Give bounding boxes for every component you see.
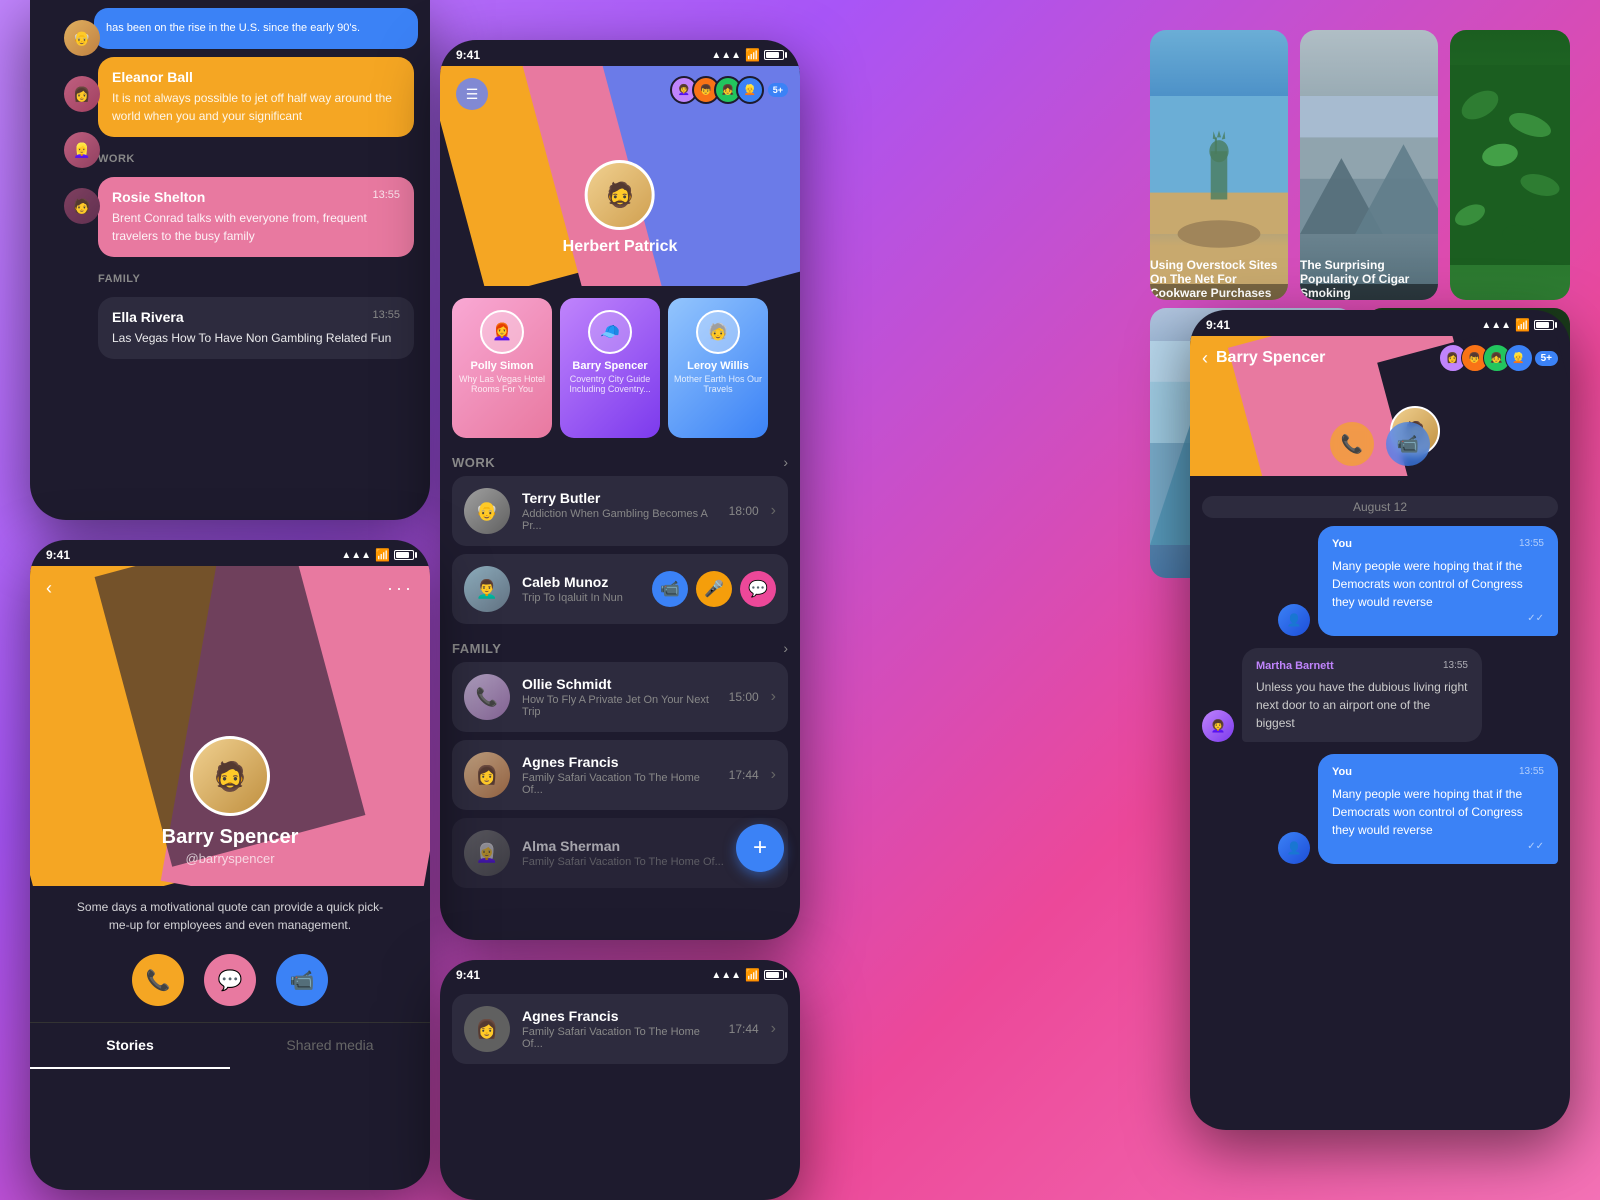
chat-call-btn[interactable]: 📞: [1330, 422, 1374, 466]
sent-avatar-1: 👤: [1278, 604, 1310, 636]
chat-back[interactable]: ‹: [1202, 348, 1208, 369]
news-card-3[interactable]: [1450, 30, 1570, 300]
bottom-feed-item[interactable]: 👩 Agnes Francis Family Safari Vacation T…: [452, 994, 788, 1064]
fab-plus[interactable]: +: [736, 824, 784, 872]
profile-bio: Some days a motivational quote can provi…: [30, 886, 430, 946]
top-bubble: has been on the rise in the U.S. since t…: [94, 8, 418, 49]
avatar-column: 👴 👩 👱‍♀️ 🧑: [64, 0, 100, 520]
feed-caleb: 👨‍🦱 Caleb Munoz Trip To Iqaluit In Nun 📹…: [452, 554, 788, 624]
chat-msg-sent-1: You 13:55 Many people were hoping that i…: [1202, 526, 1558, 636]
bottom-feed-content: 👩 Agnes Francis Family Safari Vacation T…: [440, 986, 800, 1080]
chat-header: ‹ Barry Spencer 👩 👦 👧 👱 5+ 📞 🧔 📹: [1190, 336, 1570, 476]
stack-av-4: 👱: [736, 76, 764, 104]
avatar-4[interactable]: 🧑: [64, 188, 100, 224]
phone-messages: 👴 👩 👱‍♀️ 🧑 has been on the rise in the U…: [30, 0, 430, 520]
video-btn[interactable]: 📹: [652, 571, 688, 607]
stories-row: 👩‍🦰 Polly Simon Why Las Vegas Hotel Room…: [440, 286, 800, 446]
status-bar-5: 9:41 ▲▲▲ 📶: [440, 960, 800, 986]
news-card-1[interactable]: Using Overstock Sites On The Net For Coo…: [1150, 30, 1288, 300]
profile-header: ☰ 👩‍🦱 👦 👧 👱 5+ 🧔 Herbert Patrick: [440, 66, 800, 286]
news-panel: Using Overstock Sites On The Net For Coo…: [1150, 30, 1570, 300]
terry-avatar: 👴: [464, 488, 510, 534]
msg-rosie[interactable]: Rosie Shelton 13:55 Brent Conrad talks w…: [98, 177, 414, 257]
avatar-3[interactable]: 👱‍♀️: [64, 132, 100, 168]
avatar-group-header: 👩‍🦱 👦 👧 👱 5+: [670, 76, 788, 104]
profile-avatar: 🧔: [585, 160, 655, 230]
news-title-1: Using Overstock Sites On The Net For Coo…: [1150, 258, 1288, 300]
feed-terry[interactable]: 👴 Terry Butler Addiction When Gambling B…: [452, 476, 788, 546]
chat-video-btn[interactable]: 📹: [1386, 422, 1430, 466]
signal-icon: ▲▲▲: [711, 50, 741, 61]
phone-feed: 9:41 ▲▲▲ 📶 ☰ 👩‍🦱 👦 👧 👱 5+: [440, 40, 800, 940]
alma-avatar: 👩‍🦳: [464, 830, 510, 876]
msg-btn[interactable]: 💬: [740, 571, 776, 607]
call-button[interactable]: 📞: [132, 954, 184, 1006]
profile-bg: ‹ ··· 🧔 Barry Spencer @barryspencer: [30, 566, 430, 886]
news-card-2[interactable]: The Surprising Popularity Of Cigar Smoki…: [1300, 30, 1438, 300]
back-button[interactable]: ‹: [46, 578, 52, 599]
status-bar-3: 9:41 ▲▲▲ 📶: [30, 540, 430, 566]
tab-shared[interactable]: Shared media: [230, 1023, 430, 1069]
story-leroy[interactable]: 🧓 Leroy Willis Mother Earth Hos Our Trav…: [668, 298, 768, 438]
battery-4: [1534, 320, 1554, 330]
sent-avatar-2: 👤: [1278, 832, 1310, 864]
feed-ollie[interactable]: 📞 Ollie Schmidt How To Fly A Private Jet…: [452, 662, 788, 732]
battery-3: [394, 550, 414, 560]
tab-stories[interactable]: Stories: [30, 1023, 230, 1069]
profile-info: 🧔 Barry Spencer @barryspencer: [30, 736, 430, 866]
feed-agnes[interactable]: 👩 Agnes Francis Family Safari Vacation T…: [452, 740, 788, 810]
section-work: WORK: [82, 145, 430, 169]
profile-actions: 📞 💬 📹: [30, 946, 430, 1022]
news-title-2: The Surprising Popularity Of Cigar Smoki…: [1300, 258, 1438, 300]
wifi-icon: 📶: [745, 48, 760, 62]
chat-msg-recv: 👩‍🦱 Martha Barnett 13:55 Unless you have…: [1202, 648, 1558, 743]
checkmark-2: ✓✓: [1332, 839, 1544, 854]
wifi-icon-3: 📶: [375, 548, 390, 562]
phone-chat: 9:41 ▲▲▲ 📶 ‹ Barry Spencer 👩 👦 👧 👱 5+: [1190, 310, 1570, 1130]
mic-btn[interactable]: 🎤: [696, 571, 732, 607]
video-button[interactable]: 📹: [276, 954, 328, 1006]
recv-avatar: 👩‍🦱: [1202, 710, 1234, 742]
chat-body: August 12 You 13:55 Many people were hop…: [1190, 476, 1570, 888]
profile-avatar-3: 🧔: [190, 736, 270, 816]
terry-arrow: ›: [771, 502, 776, 520]
feed-work-section: WORK › 👴 Terry Butler Addiction When Gam…: [440, 446, 800, 624]
agnes-avatar: 👩: [464, 752, 510, 798]
family-arrow[interactable]: ›: [783, 640, 788, 656]
caleb-actions: 📹 🎤 💬: [652, 571, 776, 607]
more-button[interactable]: ···: [387, 578, 414, 599]
msg-ella[interactable]: Ella Rivera 13:55 Las Vegas How To Have …: [98, 297, 414, 359]
status-bar-4: 9:41 ▲▲▲ 📶: [1190, 310, 1570, 336]
hamburger-btn[interactable]: ☰: [456, 78, 488, 110]
section-family: FAMILY: [82, 265, 430, 289]
avatar-2[interactable]: 👩: [64, 76, 100, 112]
checkmark-1: ✓✓: [1332, 611, 1544, 626]
chat-nav: ‹ Barry Spencer 👩 👦 👧 👱 5+: [1190, 336, 1570, 380]
story-polly[interactable]: 👩‍🦰 Polly Simon Why Las Vegas Hotel Room…: [452, 298, 552, 438]
battery-icon: [764, 50, 784, 60]
profile-nav: ‹ ···: [46, 578, 414, 599]
feed-family-section: FAMILY › 📞 Ollie Schmidt How To Fly A Pr…: [440, 632, 800, 888]
caleb-avatar: 👨‍🦱: [464, 566, 510, 612]
status-bar-2: 9:41 ▲▲▲ 📶: [440, 40, 800, 66]
msg-eleanor[interactable]: Eleanor Ball It is not always possible t…: [98, 57, 414, 137]
message-button[interactable]: 💬: [204, 954, 256, 1006]
chat-avatars: 👩 👦 👧 👱 5+: [1439, 344, 1558, 372]
call-actions: 📞 🧔 📹: [1330, 422, 1430, 466]
phone-profile: 9:41 ▲▲▲ 📶 ‹ ··· 🧔 Barry Spencer @barrys…: [30, 540, 430, 1190]
profile-center: 🧔 Herbert Patrick: [563, 160, 678, 256]
ollie-avatar: 📞: [464, 674, 510, 720]
work-arrow[interactable]: ›: [783, 454, 788, 470]
avatar-top: 👴: [64, 20, 100, 56]
chat-msg-sent-2: You 13:55 Many people were hoping that i…: [1202, 754, 1558, 864]
story-barry[interactable]: 🧢 Barry Spencer Coventry City Guide Incl…: [560, 298, 660, 438]
profile-tabs: Stories Shared media: [30, 1022, 430, 1069]
phone-feed-bottom: 9:41 ▲▲▲ 📶 👩 Agnes Francis Family Safari…: [440, 960, 800, 1200]
chat-date: August 12: [1202, 496, 1558, 518]
wifi-icon-4: 📶: [1515, 318, 1530, 332]
